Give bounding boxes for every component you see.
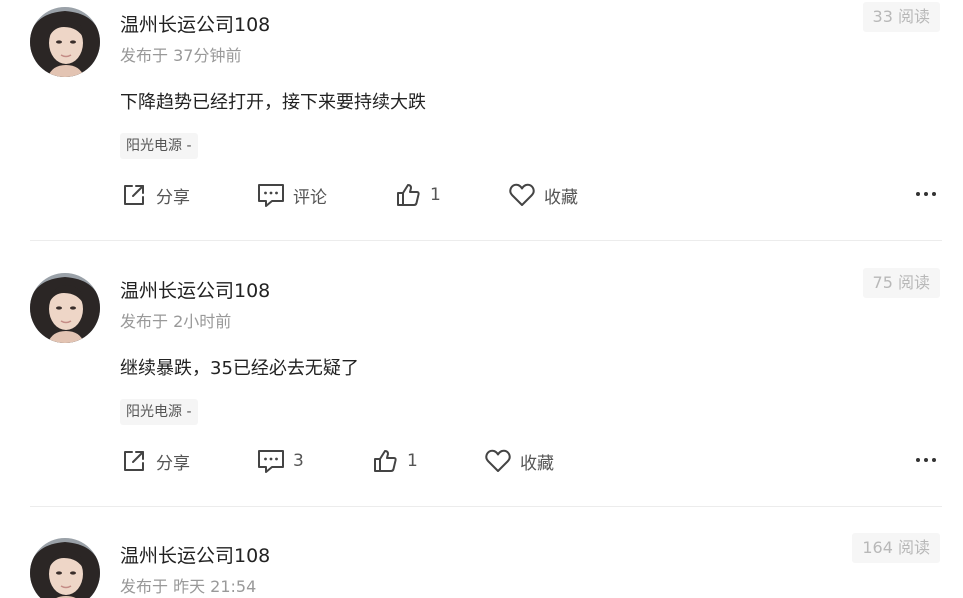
favorite-button[interactable]: 收藏 bbox=[484, 446, 554, 476]
read-count-badge: 75 阅读 bbox=[862, 268, 940, 298]
post-divider bbox=[30, 240, 942, 241]
read-count-badge: 33 阅读 bbox=[862, 2, 940, 32]
post-card: 温州长运公司108 发布于 昨天 21:54 164 阅读 bbox=[0, 532, 963, 598]
post-feed: 温州长运公司108 发布于 37分钟前 33 阅读 下降趋势已经打开，接下来要持… bbox=[0, 0, 963, 598]
share-button[interactable]: 分享 bbox=[120, 180, 190, 210]
read-count-badge: 164 阅读 bbox=[852, 533, 940, 563]
comment-button[interactable]: 3 bbox=[257, 446, 304, 476]
like-button[interactable]: 1 bbox=[394, 180, 441, 210]
share-icon bbox=[120, 447, 148, 475]
author-name[interactable]: 温州长运公司108 bbox=[120, 541, 270, 568]
like-count: 1 bbox=[407, 451, 418, 471]
comment-label: 评论 bbox=[293, 187, 327, 208]
more-dots-icon bbox=[916, 458, 936, 462]
avatar[interactable] bbox=[30, 273, 100, 343]
favorite-button[interactable]: 收藏 bbox=[508, 180, 578, 210]
share-icon bbox=[120, 181, 148, 209]
thumbs-up-icon bbox=[394, 181, 422, 209]
heart-icon bbox=[508, 181, 536, 209]
author-name[interactable]: 温州长运公司108 bbox=[120, 276, 270, 303]
post-time: 发布于 2小时前 bbox=[120, 312, 232, 331]
author-name[interactable]: 温州长运公司108 bbox=[120, 10, 270, 37]
comment-button[interactable]: 评论 bbox=[257, 180, 327, 210]
post-divider bbox=[30, 506, 942, 507]
comment-count: 3 bbox=[293, 451, 304, 471]
post-time: 发布于 37分钟前 bbox=[120, 46, 242, 65]
stock-tag[interactable]: 阳光电源 - bbox=[120, 133, 198, 159]
like-button[interactable]: 1 bbox=[371, 446, 418, 476]
comment-icon bbox=[257, 447, 285, 475]
thumbs-up-icon bbox=[371, 447, 399, 475]
avatar[interactable] bbox=[30, 538, 100, 598]
more-dots-icon bbox=[916, 192, 936, 196]
share-label: 分享 bbox=[156, 187, 190, 208]
post-content[interactable]: 继续暴跌，35已经必去无疑了 bbox=[120, 354, 359, 380]
favorite-label: 收藏 bbox=[544, 187, 578, 208]
heart-icon bbox=[484, 447, 512, 475]
more-options-button[interactable] bbox=[915, 184, 937, 204]
post-card: 温州长运公司108 发布于 2小时前 75 阅读 继续暴跌，35已经必去无疑了 … bbox=[0, 266, 963, 506]
more-options-button[interactable] bbox=[915, 450, 937, 470]
share-label: 分享 bbox=[156, 453, 190, 474]
comment-icon bbox=[257, 181, 285, 209]
post-card: 温州长运公司108 发布于 37分钟前 33 阅读 下降趋势已经打开，接下来要持… bbox=[0, 0, 963, 240]
post-time: 发布于 昨天 21:54 bbox=[120, 577, 257, 596]
share-button[interactable]: 分享 bbox=[120, 446, 190, 476]
like-count: 1 bbox=[430, 185, 441, 205]
avatar[interactable] bbox=[30, 7, 100, 77]
stock-tag[interactable]: 阳光电源 - bbox=[120, 399, 198, 425]
post-content[interactable]: 下降趋势已经打开，接下来要持续大跌 bbox=[120, 88, 426, 114]
favorite-label: 收藏 bbox=[520, 453, 554, 474]
